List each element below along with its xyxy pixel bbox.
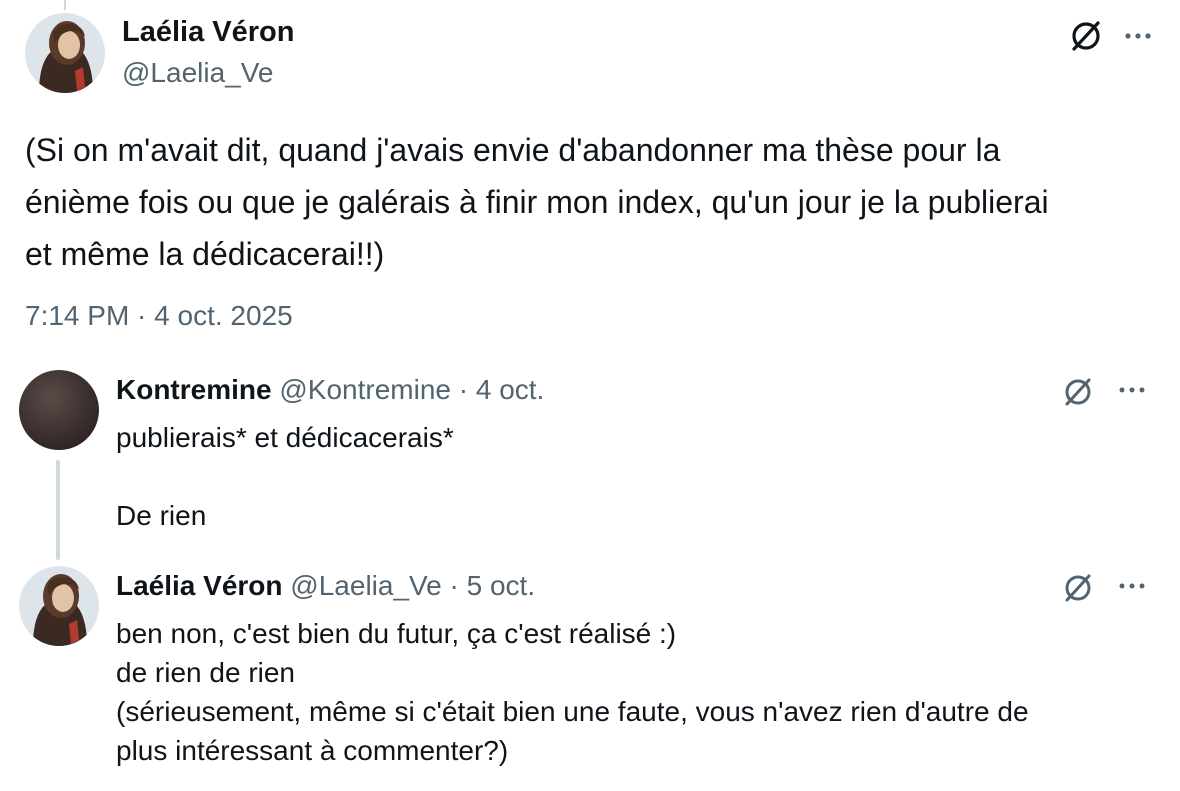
avatar[interactable] (19, 566, 99, 646)
avatar[interactable] (25, 13, 105, 93)
reply-text-line: de rien de rien (116, 657, 296, 688)
grok-icon[interactable] (1066, 16, 1106, 56)
reply-date[interactable]: 4 oct. (476, 374, 544, 405)
separator-dot: · (449, 570, 459, 601)
profile-photo-icon (19, 566, 99, 646)
reply-text: publierais* et dédicacerais* De rien (116, 418, 1156, 535)
reply-text-line: plus intéressant à commenter?) (116, 735, 509, 766)
reply-text-line (116, 457, 1156, 496)
author-name[interactable]: Laélia Véron (122, 16, 294, 49)
author-name[interactable]: Laélia Véron (116, 570, 283, 601)
more-dots-icon[interactable] (1118, 16, 1158, 56)
reply-text-line: (sérieusement, même si c'était bien une … (116, 696, 1029, 727)
reply-header: Laélia Véron @Laelia_Ve · 5 oct. (116, 570, 535, 602)
avatar[interactable] (19, 370, 99, 450)
author-handle[interactable]: @Laelia_Ve (290, 570, 441, 601)
more-dots-icon[interactable] (1112, 370, 1152, 410)
author-handle[interactable]: @Kontremine (279, 374, 451, 405)
thread-connector (56, 460, 60, 560)
tweet-text: (Si on m'avait dit, quand j'avais envie … (25, 124, 1150, 280)
reply-date[interactable]: 5 oct. (467, 570, 535, 601)
grok-icon[interactable] (1058, 568, 1098, 608)
thread-connector-top (64, 0, 66, 10)
author-handle[interactable]: @Laelia_Ve (122, 57, 273, 89)
tweet-text-line: (Si on m'avait dit, quand j'avais envie … (25, 132, 1001, 168)
separator-dot: · (458, 374, 469, 405)
profile-photo-icon (19, 370, 99, 450)
reply-text: ben non, c'est bien du futur, ça c'est r… (116, 614, 1156, 770)
reply-text-line: ben non, c'est bien du futur, ça c'est r… (116, 618, 677, 649)
tweet-timestamp[interactable]: 7:14 PM · 4 oct. 2025 (25, 300, 293, 332)
reply-header: Kontremine @Kontremine · 4 oct. (116, 374, 544, 406)
tweet-text-line: énième fois ou que je galérais à finir m… (25, 184, 1049, 220)
reply-text-line: publierais* et dédicacerais* (116, 422, 454, 453)
grok-icon[interactable] (1058, 372, 1098, 412)
tweet-text-line: et même la dédicacerai!!) (25, 236, 385, 272)
author-name[interactable]: Kontremine (116, 374, 272, 405)
reply-text-line: De rien (116, 500, 207, 531)
profile-photo-icon (25, 13, 105, 93)
more-dots-icon[interactable] (1112, 566, 1152, 606)
